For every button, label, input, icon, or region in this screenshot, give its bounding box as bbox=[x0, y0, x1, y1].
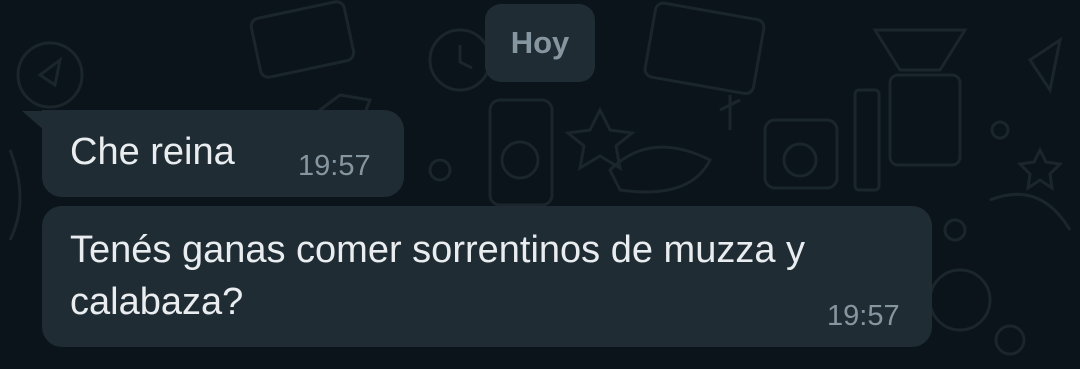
chat-conversation: Hoy Che reina 19:57 Tenés ganas comer so… bbox=[0, 0, 1080, 369]
message-bubble[interactable]: Che reina 19:57 bbox=[42, 110, 404, 197]
message-bubble[interactable]: Tenés ganas comer sorrentinos de muzza y… bbox=[42, 206, 932, 347]
message-time: 19:57 bbox=[827, 300, 900, 332]
message-time: 19:57 bbox=[298, 150, 371, 182]
message-text: Che reina bbox=[70, 131, 235, 173]
message-text: Tenés ganas comer sorrentinos de muzza y… bbox=[70, 229, 806, 323]
date-divider: Hoy bbox=[485, 4, 595, 82]
